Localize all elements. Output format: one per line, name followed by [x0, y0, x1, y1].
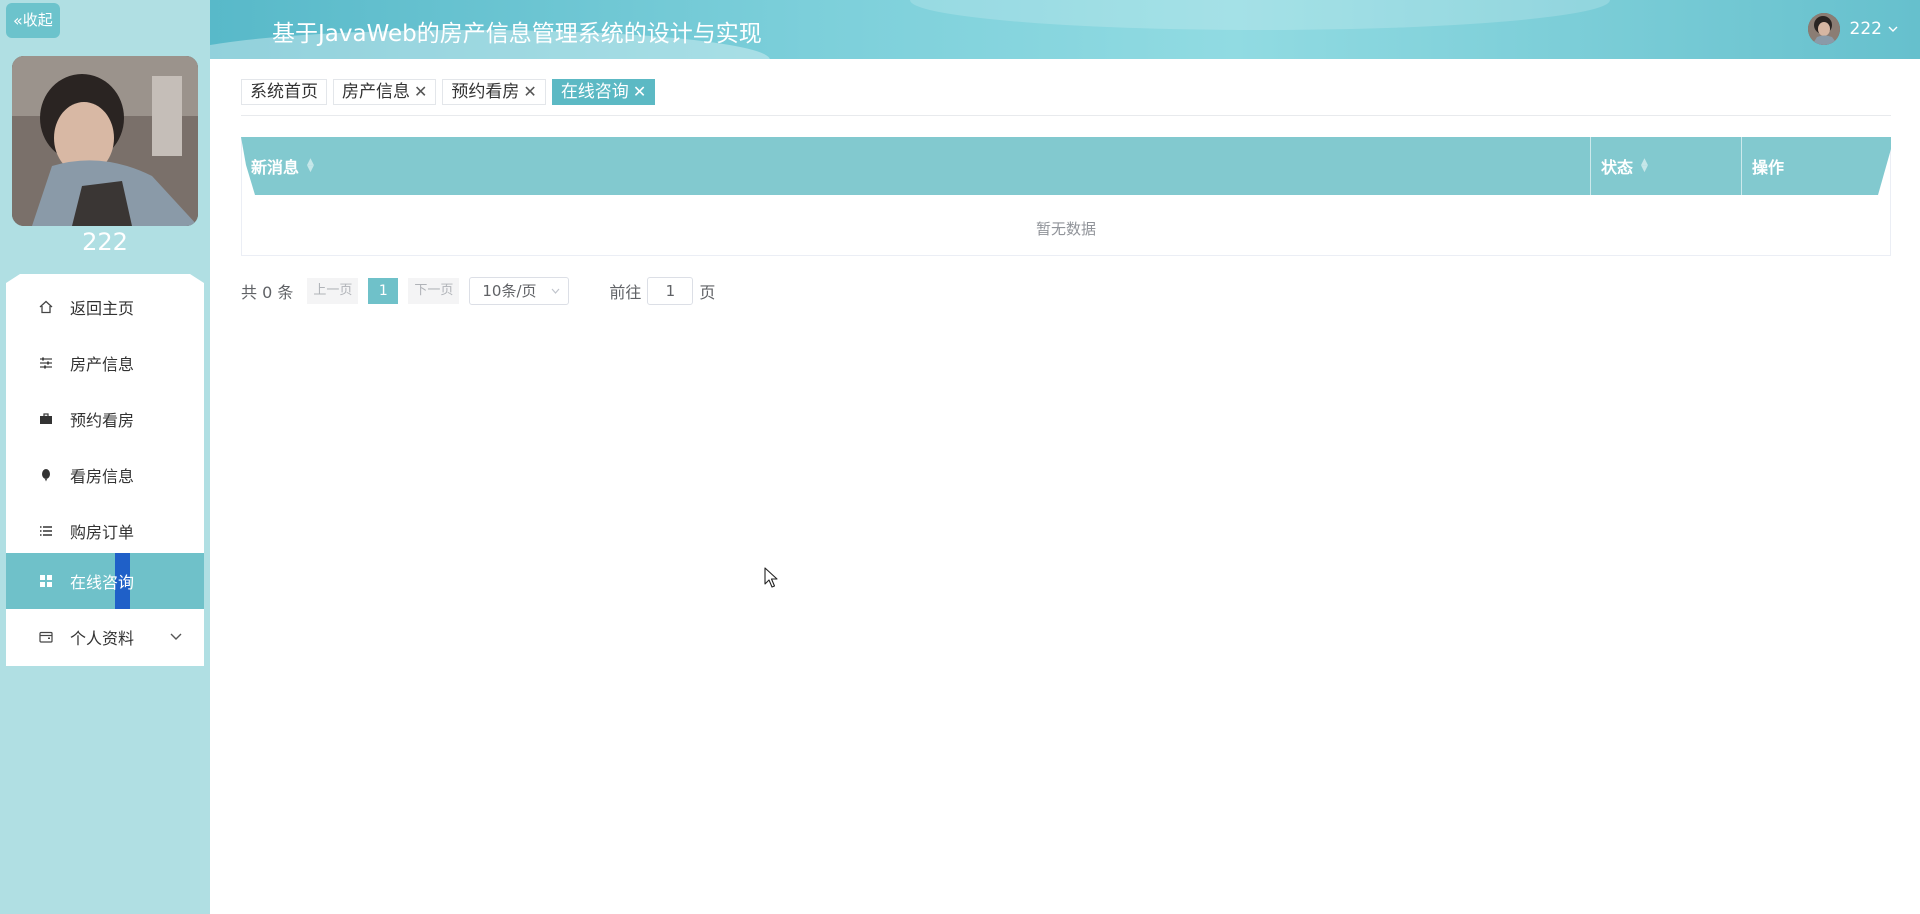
home-icon [36, 297, 56, 317]
collapse-label: 收起 [22, 11, 53, 29]
tab-bar: 系统首页 房产信息 ✕ 预约看房 ✕ 在线咨询 ✕ [241, 79, 656, 105]
sort-icon[interactable]: ▲ ▼ [307, 158, 314, 174]
sidebar-item-label: 个人资料 [70, 629, 135, 648]
chevron-down-icon [551, 278, 560, 315]
goto-prefix: 前往 [609, 283, 642, 302]
sidebar-item-label: 购房订单 [70, 523, 135, 542]
column-header-actions: 操作 [1742, 137, 1891, 195]
avatar [1807, 13, 1840, 45]
header-decoration [910, 0, 1610, 30]
sidebar-item-viewing-appointment[interactable]: 预约看房 [6, 391, 204, 447]
user-menu[interactable]: 222 [1807, 13, 1898, 45]
divider [241, 115, 1891, 116]
mouse-cursor-icon [764, 567, 780, 589]
next-page-button[interactable]: 下一页 [408, 278, 460, 304]
tab-label: 预约看房 [451, 82, 520, 102]
column-header-status[interactable]: 状态 ▲ ▼ [1591, 137, 1741, 195]
sidebar-item-label: 返回主页 [70, 299, 135, 318]
goto-page-input[interactable] [647, 277, 694, 305]
page-number-button[interactable]: 1 [368, 278, 399, 304]
chevron-down-icon [1888, 23, 1898, 36]
column-label: 新消息 [251, 158, 300, 177]
tab-viewing-appointment[interactable]: 预约看房 ✕ [442, 79, 546, 105]
column-label: 操作 [1752, 158, 1785, 177]
prev-page-button[interactable]: 上一页 [307, 278, 359, 304]
sidebar-item-purchase-orders[interactable]: 购房订单 [6, 503, 204, 559]
tab-home[interactable]: 系统首页 [241, 79, 327, 105]
briefcase-icon [36, 409, 56, 429]
close-icon[interactable]: ✕ [523, 80, 536, 104]
sidebar-item-label: 房产信息 [70, 355, 135, 374]
sidebar-username: 222 [82, 228, 128, 256]
tab-property-info[interactable]: 房产信息 ✕ [333, 79, 437, 105]
sidebar-item-label: 预约看房 [70, 411, 135, 430]
tab-label: 房产信息 [342, 82, 410, 102]
close-icon[interactable]: ✕ [633, 80, 646, 104]
grid-icon [36, 571, 56, 591]
tab-online-consult[interactable]: 在线咨询 ✕ [551, 79, 656, 105]
sidebar-item-viewing-info[interactable]: 看房信息 [6, 447, 204, 503]
goto-suffix: 页 [699, 283, 716, 302]
wallet-icon [36, 627, 56, 647]
list-icon [36, 521, 56, 541]
profile-avatar [12, 56, 198, 226]
tab-label: 在线咨询 [560, 82, 629, 102]
sidebar-item-profile[interactable]: 个人资料 [6, 609, 204, 665]
column-label: 状态 [1601, 158, 1634, 177]
sidebar-item-property-info[interactable]: 房产信息 [6, 335, 204, 391]
side-menu: 返回主页 房产信息 预约看房 看房信息 购房订单 在线咨询 个人资料 [6, 274, 204, 666]
page-size-value: 10条/页 [482, 282, 537, 300]
column-header-new-message[interactable]: 新消息 ▲ ▼ [241, 137, 1590, 195]
pin-icon [36, 465, 56, 485]
sidebar-item-online-consult[interactable]: 在线咨询 [6, 553, 204, 609]
sliders-icon [36, 353, 56, 373]
chevron-down-icon [170, 630, 182, 645]
page-size-select[interactable]: 10条/页 [469, 277, 570, 305]
top-header: 基于JavaWeb的房产信息管理系统的设计与实现 222 [210, 0, 1920, 59]
header-username: 222 [1849, 19, 1882, 39]
data-table: 新消息 ▲ ▼ 状态 ▲ ▼ 操作 暂无数据 [241, 137, 1891, 256]
close-icon[interactable]: ✕ [414, 80, 427, 104]
sort-icon[interactable]: ▲ ▼ [1641, 158, 1648, 174]
page-title: 基于JavaWeb的房产信息管理系统的设计与实现 [272, 21, 762, 47]
tab-label: 系统首页 [250, 82, 318, 102]
collapse-button[interactable]: « 收起 [6, 3, 60, 38]
empty-state: 暂无数据 [1035, 220, 1096, 238]
table-header: 新消息 ▲ ▼ 状态 ▲ ▼ 操作 [241, 137, 1891, 195]
sidebar-item-home[interactable]: 返回主页 [6, 279, 204, 335]
sidebar-item-label: 看房信息 [70, 467, 135, 486]
sidebar: « 收起 222 返回主页 房产信息 预约看房 看房信息 购房订单 在线咨询 个… [0, 0, 210, 914]
double-chevron-left-icon: « [13, 11, 23, 30]
pagination: 共 0 条 上一页 1 下一页 10条/页 前往 页 [241, 277, 715, 305]
total-count: 共 0 条 [241, 283, 294, 302]
sidebar-item-label: 在线咨询 [70, 573, 135, 592]
